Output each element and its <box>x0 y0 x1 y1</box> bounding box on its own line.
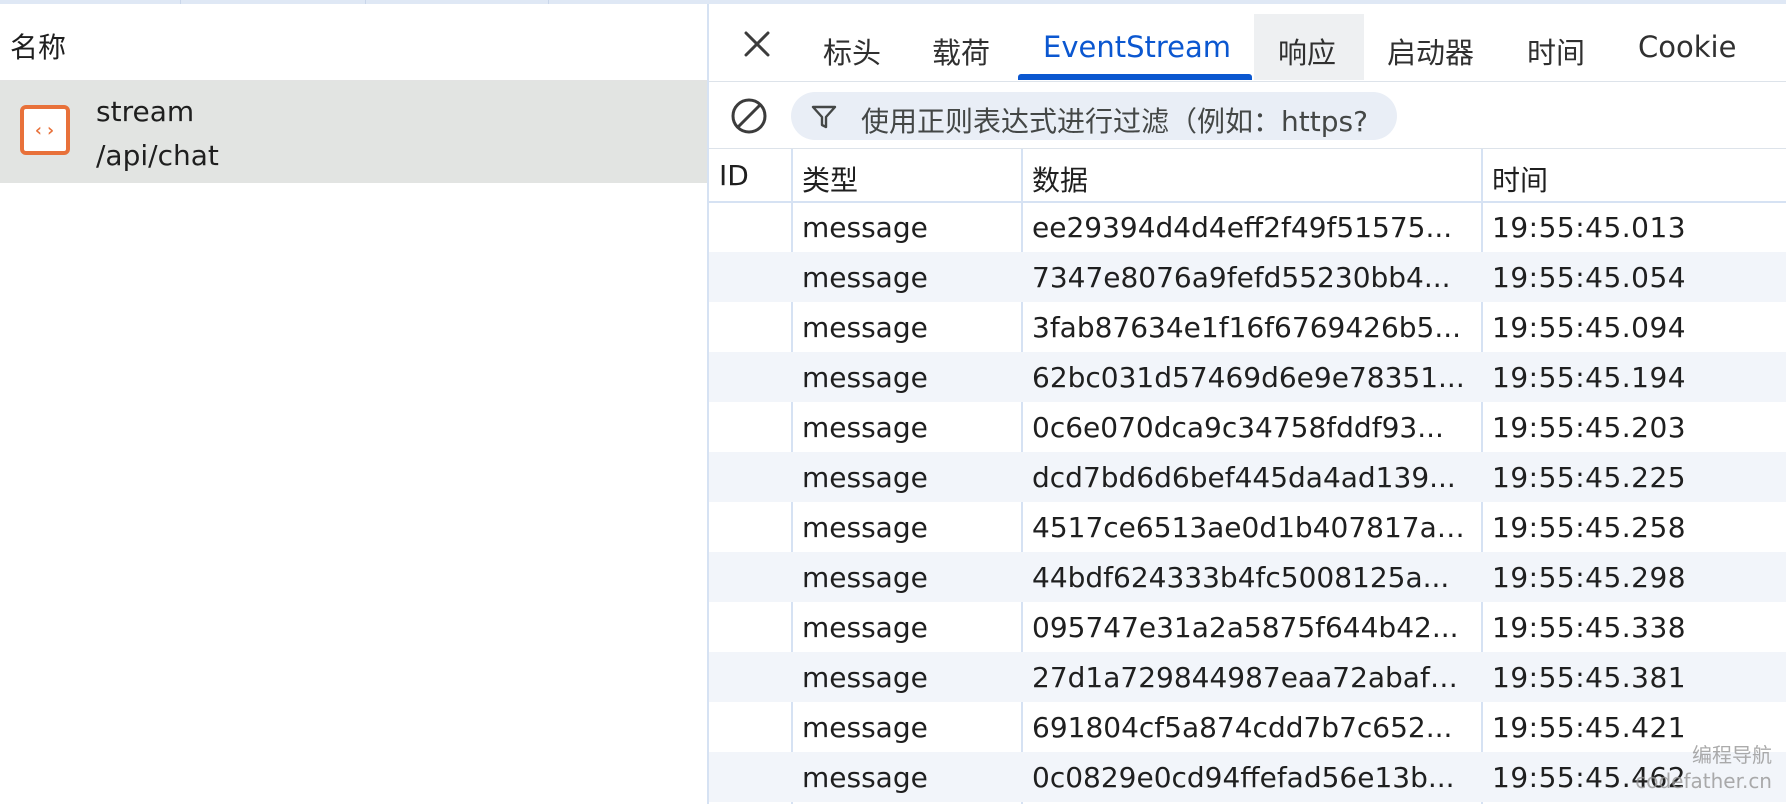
event-type-cell: message <box>802 561 928 594</box>
name-column-header[interactable]: 名称 <box>0 4 707 81</box>
name-header-label: 名称 <box>10 31 67 64</box>
event-time-cell: 19:55:45.203 <box>1492 411 1687 444</box>
event-type-cell: message <box>802 761 928 794</box>
table-row[interactable]: message 3fab87634e1f16f6769426b5... 19:55:… <box>709 302 1786 352</box>
table-row[interactable]: message 4517ce6513ae0d1b407817a3... 19:55:… <box>709 502 1786 552</box>
tab-timing[interactable]: 时间 <box>1527 30 1585 72</box>
event-type-cell: message <box>802 311 928 344</box>
event-data-cell: 7347e8076a9fefd55230bb4... <box>1032 261 1451 294</box>
event-type-cell: message <box>802 461 928 494</box>
event-type-cell: message <box>802 211 928 244</box>
table-row[interactable]: message ee29394d4d4eff2f49f51575... 19:55:… <box>709 202 1786 252</box>
column-header-time[interactable]: 时间 <box>1492 159 1548 199</box>
table-row[interactable]: message dcd7bd6d6bef445da4ad139... 19:55:4… <box>709 452 1786 502</box>
tab-response[interactable]: 响应 <box>1278 30 1336 72</box>
event-type-cell: message <box>802 711 928 744</box>
event-data-cell: 095747e31a2a5875f644b42... <box>1032 611 1459 644</box>
request-path: /api/chat <box>96 139 219 172</box>
tab-eventstream[interactable]: EventStream <box>1043 30 1231 64</box>
table-row[interactable]: message 095747e31a2a5875f644b42... 19:55:4… <box>709 602 1786 652</box>
event-data-cell: 44bdf624333b4fc5008125a... <box>1032 561 1450 594</box>
event-time-cell: 19:55:45.381 <box>1492 661 1687 694</box>
event-data-cell: 0c0829e0cd94ffefad56e13b... <box>1032 761 1455 794</box>
filter-placeholder: 使用正则表达式进行过滤（例如：https? <box>861 105 1368 138</box>
event-data-cell: 3fab87634e1f16f6769426b5... <box>1032 311 1462 344</box>
active-tab-indicator <box>1018 74 1252 80</box>
request-row-stream[interactable]: ‹› stream /api/chat <box>0 81 707 183</box>
request-detail-panel: 标头 载荷 EventStream 响应 启动器 时间 Cookie 使用正则表… <box>709 4 1786 804</box>
event-type-cell: message <box>802 361 928 394</box>
column-header-id[interactable]: ID <box>719 159 749 192</box>
table-row[interactable]: message 0c6e070dca9c34758fddf93... 19:55:4… <box>709 402 1786 452</box>
event-data-cell: 27d1a729844987eaa72abaf4... <box>1032 661 1474 694</box>
event-time-cell: 19:55:45.225 <box>1492 461 1687 494</box>
watermark-title: 编程导航 <box>1692 743 1772 767</box>
event-type-cell: message <box>802 611 928 644</box>
table-row[interactable]: message 44bdf624333b4fc5008125a... 19:55:4… <box>709 552 1786 602</box>
event-time-cell: 19:55:45.421 <box>1492 711 1687 744</box>
event-data-cell: 4517ce6513ae0d1b407817a3... <box>1032 511 1474 544</box>
event-time-cell: 19:55:45.194 <box>1492 361 1687 394</box>
request-name: stream <box>96 95 195 128</box>
tab-initiator[interactable]: 启动器 <box>1387 30 1474 72</box>
request-list-panel: 名称 ‹› stream /api/chat <box>0 4 707 804</box>
event-data-cell: dcd7bd6d6bef445da4ad139... <box>1032 461 1456 494</box>
column-header-data[interactable]: 数据 <box>1032 159 1088 199</box>
event-data-cell: 0c6e070dca9c34758fddf93... <box>1032 411 1444 444</box>
event-data-cell: 62bc031d57469d6e9e78351... <box>1032 361 1465 394</box>
event-type-cell: message <box>802 261 928 294</box>
detail-tab-bar: 标头 载荷 EventStream 响应 启动器 时间 Cookie <box>709 4 1786 82</box>
filter-input[interactable]: 使用正则表达式进行过滤（例如：https? <box>791 92 1397 140</box>
table-row[interactable]: message 27d1a729844987eaa72abaf4... 19:55:… <box>709 652 1786 702</box>
table-row[interactable]: message 0c0829e0cd94ffefad56e13b... 19:55:… <box>709 752 1786 802</box>
event-time-cell: 19:55:45.298 <box>1492 561 1687 594</box>
column-header-type[interactable]: 类型 <box>802 159 858 199</box>
table-row[interactable]: message 691804cf5a874cdd7b7c652... 19:55:4… <box>709 702 1786 752</box>
event-type-cell: message <box>802 661 928 694</box>
event-time-cell: 19:55:45.258 <box>1492 511 1687 544</box>
event-time-cell: 19:55:45.094 <box>1492 311 1687 344</box>
clear-icon[interactable] <box>729 96 769 136</box>
close-icon[interactable] <box>739 26 775 62</box>
event-table-body: message ee29394d4d4eff2f49f51575... 19:55:… <box>709 202 1786 802</box>
watermark: 编程导航 codefather.cn <box>1635 742 1772 794</box>
event-time-cell: 19:55:45.054 <box>1492 261 1687 294</box>
event-data-cell: 691804cf5a874cdd7b7c652... <box>1032 711 1453 744</box>
event-type-cell: message <box>802 411 928 444</box>
event-type-cell: message <box>802 511 928 544</box>
watermark-domain: codefather.cn <box>1635 769 1772 793</box>
event-time-cell: 19:55:45.338 <box>1492 611 1687 644</box>
tab-payload[interactable]: 载荷 <box>932 30 990 72</box>
table-row[interactable]: message 62bc031d57469d6e9e78351... 19:55:4… <box>709 352 1786 402</box>
event-data-cell: ee29394d4d4eff2f49f51575... <box>1032 211 1453 244</box>
tab-headers[interactable]: 标头 <box>823 30 881 72</box>
table-row[interactable]: message 7347e8076a9fefd55230bb4... 19:55:4… <box>709 252 1786 302</box>
filter-toolbar: 使用正则表达式进行过滤（例如：https? <box>709 82 1786 149</box>
filter-funnel-icon <box>811 105 837 129</box>
code-brackets-icon: ‹› <box>20 105 70 155</box>
event-time-cell: 19:55:45.013 <box>1492 211 1687 244</box>
tab-cookies[interactable]: Cookie <box>1638 30 1736 64</box>
table-header: ID 类型 数据 时间 <box>709 149 1786 203</box>
